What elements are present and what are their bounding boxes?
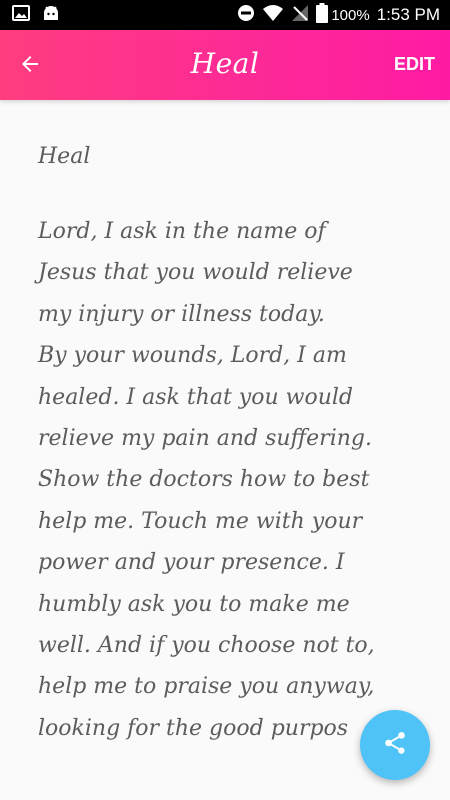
- share-icon: [382, 730, 408, 760]
- prayer-body: Lord, I ask in the name of Jesus that yo…: [38, 219, 375, 741]
- app-bar: Heal EDIT: [0, 30, 450, 100]
- page-title: Heal: [190, 47, 260, 80]
- status-left-icons: [12, 5, 72, 25]
- do-not-disturb-icon: [237, 4, 255, 26]
- edit-button[interactable]: EDIT: [394, 54, 435, 75]
- share-button[interactable]: [360, 710, 430, 780]
- back-button[interactable]: [14, 50, 46, 82]
- clock: 1:53 PM: [376, 5, 440, 24]
- image-icon: [12, 5, 30, 25]
- prayer-title: Heal: [38, 144, 91, 169]
- status-bar: 100% 1:53 PM: [0, 0, 450, 30]
- wifi-icon: [262, 4, 284, 26]
- battery-percentage: 100%: [331, 6, 370, 24]
- no-sim-icon: [291, 4, 309, 26]
- prayer-content: Heal Lord, I ask in the name of Jesus th…: [38, 100, 438, 749]
- battery-icon: [316, 3, 329, 27]
- android-icon: [42, 5, 60, 25]
- status-right-icons: 100% 1:53 PM: [230, 3, 440, 27]
- arrow-left-icon: [18, 52, 42, 80]
